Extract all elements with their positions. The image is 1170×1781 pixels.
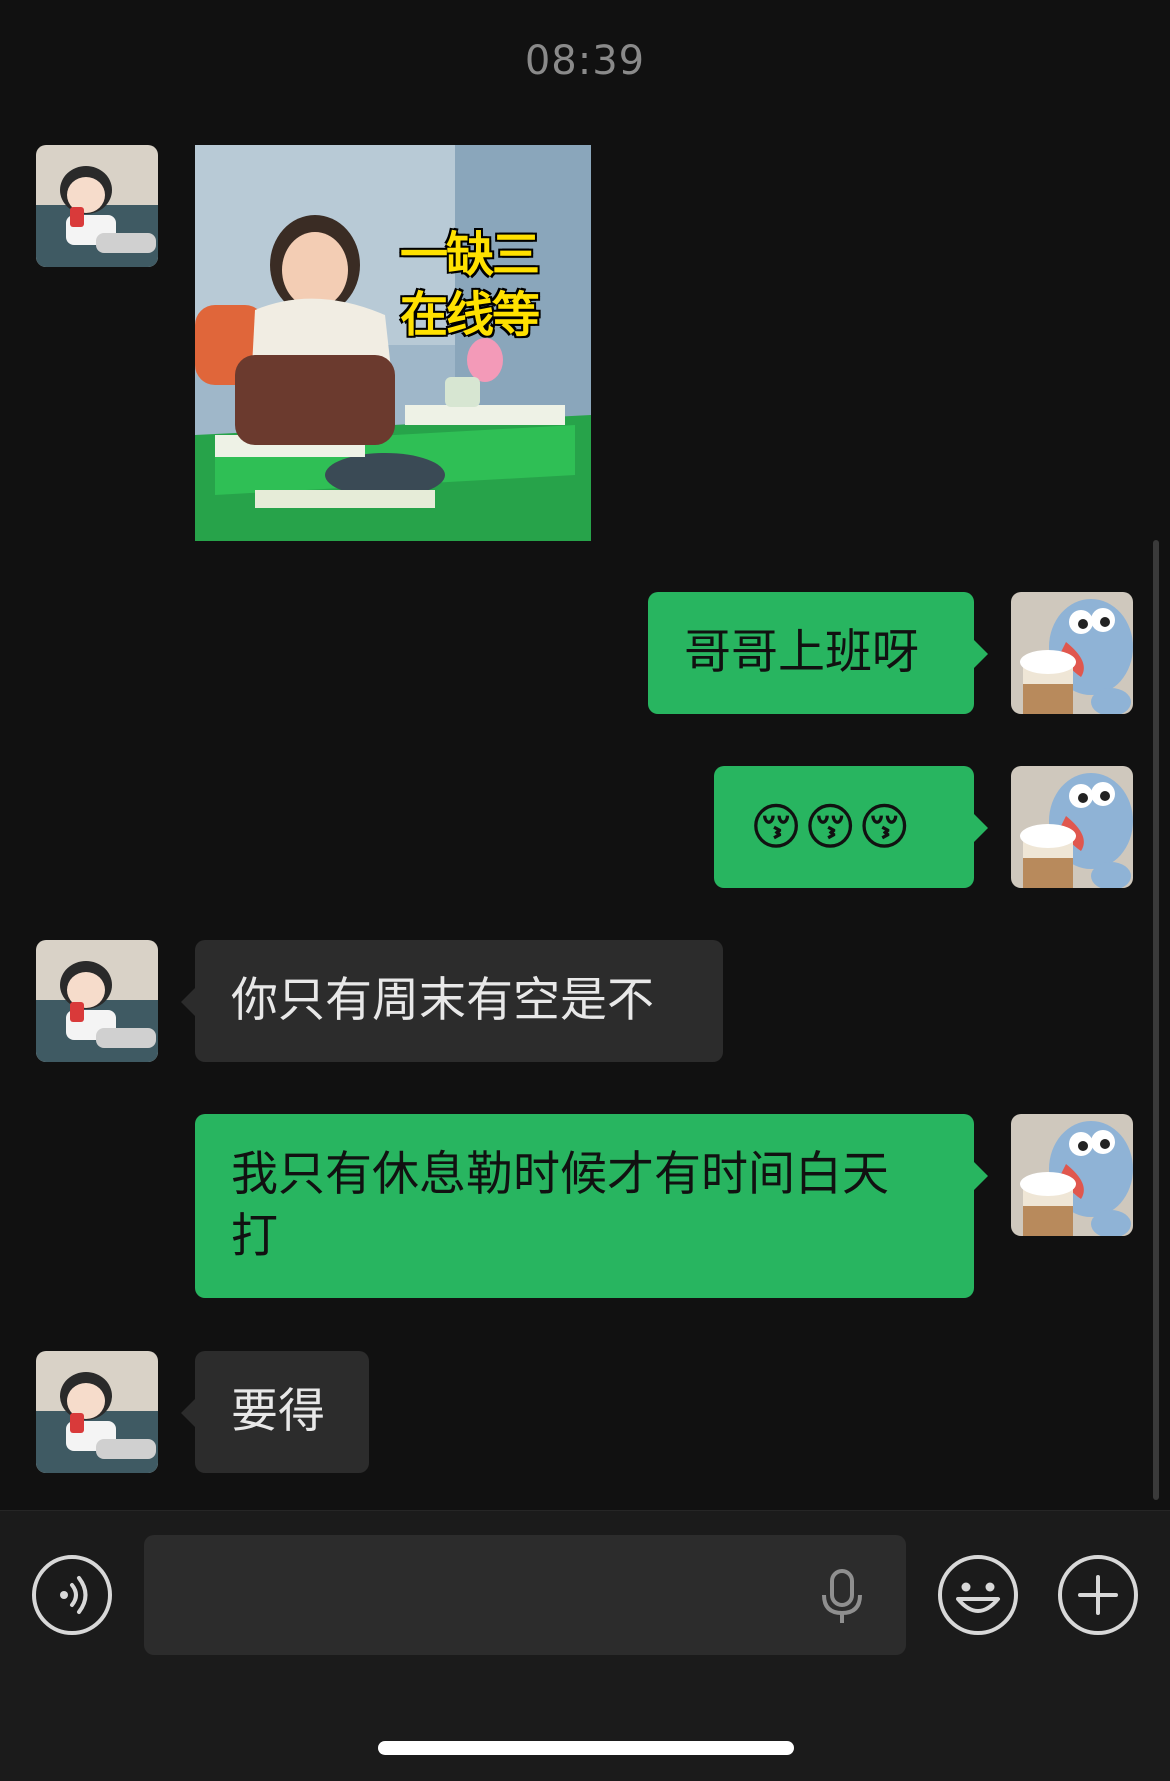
message-text: 要得	[231, 1384, 325, 1439]
contact-avatar[interactable]	[36, 940, 158, 1062]
contact-avatar[interactable]	[36, 145, 158, 267]
message-emoji: 😚😚😚	[750, 798, 913, 856]
my-avatar[interactable]	[1011, 1114, 1133, 1236]
message-input[interactable]	[144, 1535, 906, 1655]
chat-scrollbar[interactable]	[1153, 540, 1159, 1500]
chat-timestamp: 08:39	[524, 38, 646, 84]
message-bubble-incoming[interactable]: 你只有周末有空是不	[181, 940, 723, 1062]
voice-icon[interactable]	[30, 1553, 114, 1637]
message-text: 哥哥上班呀	[684, 625, 919, 680]
message-bubble-outgoing[interactable]: 哥哥上班呀	[648, 592, 988, 714]
my-avatar[interactable]	[1011, 592, 1133, 714]
message-text-line2: 打	[231, 1209, 278, 1264]
microphone-icon[interactable]	[800, 1553, 884, 1637]
emoji-icon[interactable]	[936, 1553, 1020, 1637]
home-indicator[interactable]	[378, 1741, 794, 1755]
sticker-caption-line2: 在线等	[400, 287, 540, 343]
contact-avatar[interactable]	[36, 1351, 158, 1473]
message-bubble-outgoing[interactable]: 我只有休息勒时候才有时间白天 打	[195, 1114, 988, 1298]
sticker-image[interactable]: 一缺三 在线等	[195, 145, 591, 541]
message-text: 你只有周末有空是不	[231, 973, 654, 1028]
message-bubble-outgoing[interactable]: 😚😚😚	[714, 766, 988, 888]
plus-icon[interactable]	[1056, 1553, 1140, 1637]
message-bubble-incoming[interactable]: 要得	[181, 1351, 369, 1473]
my-avatar[interactable]	[1011, 766, 1133, 888]
message-text-line1: 我只有休息勒时候才有时间白天	[231, 1147, 889, 1202]
